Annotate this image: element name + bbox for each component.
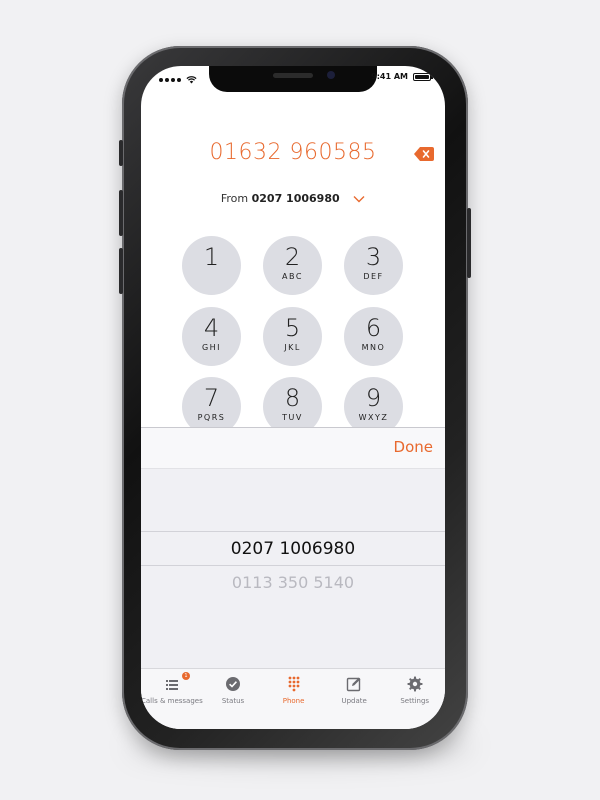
key-digit: 3	[365, 243, 382, 271]
key-digit: 1	[203, 243, 220, 271]
key-letters: MNO	[361, 343, 386, 352]
tab-update[interactable]: Update	[324, 669, 385, 729]
keypad-key-5[interactable]: 5 JKL	[263, 307, 322, 366]
tab-label: Phone	[282, 697, 305, 705]
selection-line-top	[141, 531, 445, 532]
tab-status[interactable]: Status	[203, 669, 264, 729]
keypad-key-2[interactable]: 2 ABC	[263, 236, 322, 295]
backspace-icon[interactable]	[414, 147, 434, 161]
key-digit: 4	[203, 314, 220, 342]
keypad-icon	[288, 676, 299, 692]
key-letters: ABC	[282, 272, 303, 281]
picker-wheel[interactable]: 0207 1006980 0113 350 5140	[141, 469, 445, 668]
from-number-selector[interactable]: From 0207 1006980	[141, 192, 445, 205]
phone-screen: 9:41 AM 01632 960585 From 0207 1006980 1…	[141, 66, 445, 729]
status-time: 9:41 AM	[371, 72, 408, 81]
key-letters: JKL	[284, 343, 301, 352]
power-button	[467, 208, 471, 278]
key-digit: 9	[365, 384, 382, 412]
tab-calls-messages[interactable]: 1 Calls & messages	[141, 669, 203, 729]
picker-toolbar: Done	[141, 428, 445, 469]
tab-phone[interactable]: Phone	[263, 669, 324, 729]
key-letters: PQRS	[197, 413, 226, 422]
key-letters: WXYZ	[358, 413, 389, 422]
silent-switch	[119, 140, 123, 166]
key-digit: 5	[284, 314, 301, 342]
status-bar-left	[159, 75, 197, 84]
notch	[209, 66, 377, 92]
battery-icon	[413, 72, 433, 81]
key-digit: 6	[365, 314, 382, 342]
from-number: 0207 1006980	[251, 192, 340, 205]
keypad-key-3[interactable]: 3 DEF	[344, 236, 403, 295]
status-bar-right: 9:41 AM	[371, 72, 433, 81]
gear-icon	[407, 676, 423, 692]
selection-line-bottom	[141, 565, 445, 566]
volume-up-button	[119, 190, 123, 236]
key-letters: TUV	[282, 413, 303, 422]
tab-label: Calls & messages	[141, 697, 203, 705]
tab-label: Settings	[400, 697, 430, 705]
list-icon	[165, 680, 178, 690]
battery-fill	[415, 74, 429, 79]
tab-label: Update	[341, 697, 367, 705]
number-picker: Done 0207 1006980 0113 350 5140	[141, 427, 445, 668]
key-letters: GHI	[201, 343, 222, 352]
key-digit: 7	[203, 384, 220, 412]
front-camera	[327, 71, 335, 79]
picker-option[interactable]: 0113 350 5140	[141, 573, 445, 592]
tab-settings[interactable]: Settings	[384, 669, 445, 729]
check-circle-icon	[226, 677, 241, 691]
from-label: From	[220, 192, 249, 205]
speaker-grille	[273, 73, 313, 78]
keypad-key-6[interactable]: 6 MNO	[344, 307, 403, 366]
wifi-icon	[186, 76, 197, 84]
dialed-number: 01632 960585	[209, 140, 377, 165]
chevron-down-icon	[353, 196, 365, 203]
key-digit: 8	[284, 384, 301, 412]
tab-bar: 1 Calls & messages Status Phone Update S…	[141, 668, 445, 729]
signal-icon	[159, 77, 181, 82]
keypad-key-4[interactable]: 4 GHI	[182, 307, 241, 366]
done-button[interactable]: Done	[394, 438, 433, 456]
key-letters: DEF	[363, 272, 384, 281]
notification-badge: 1	[182, 672, 190, 680]
edit-icon	[346, 677, 361, 692]
keypad-key-1[interactable]: 1	[182, 236, 241, 295]
picker-option-selected[interactable]: 0207 1006980	[141, 539, 445, 559]
key-digit: 2	[284, 243, 301, 271]
tab-label: Status	[221, 697, 245, 705]
volume-down-button	[119, 248, 123, 294]
